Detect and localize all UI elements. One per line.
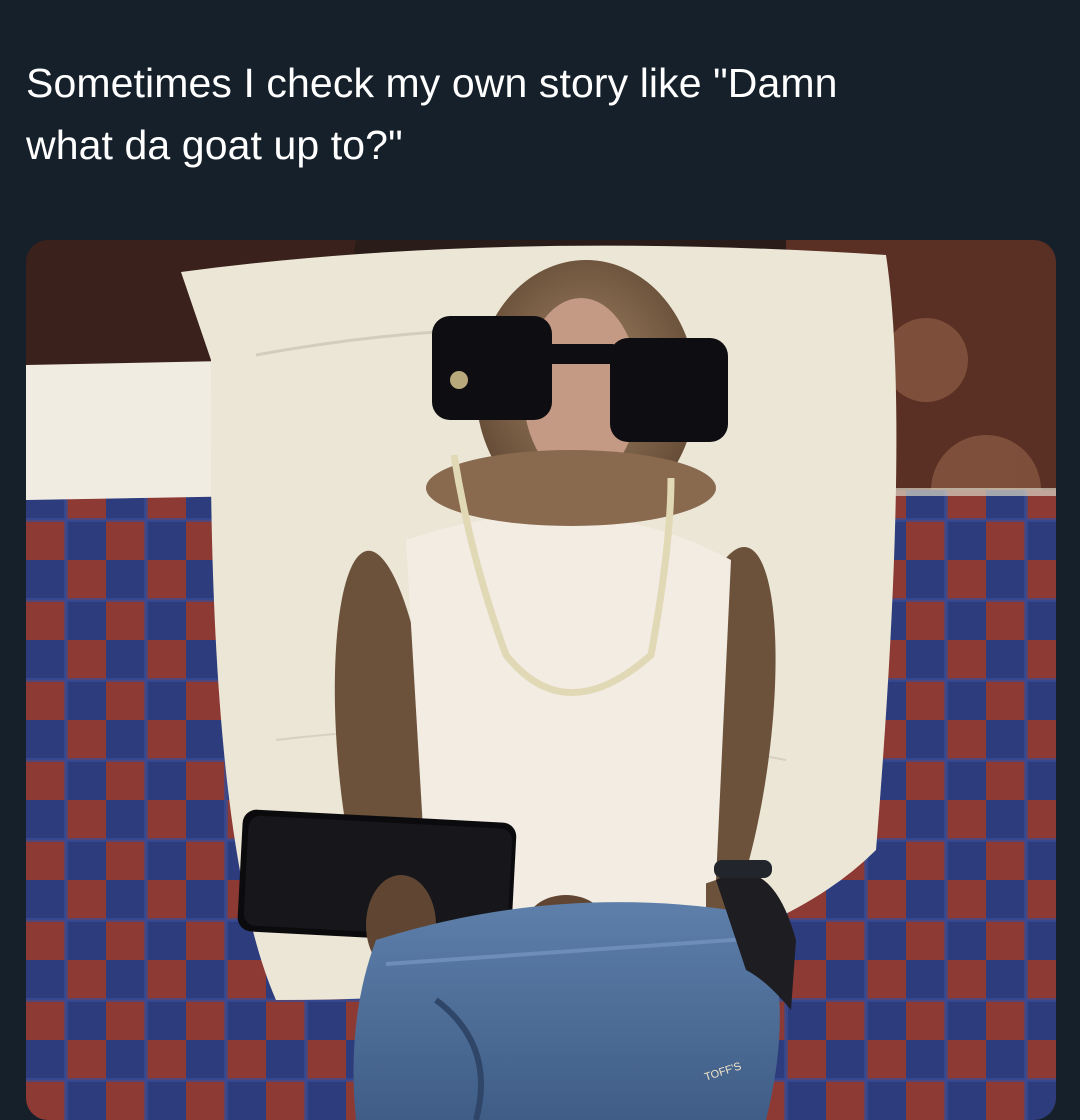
tweet-post: Sometimes I check my own story like "Dam… — [0, 0, 1080, 1120]
post-caption: Sometimes I check my own story like "Dam… — [26, 60, 838, 168]
monkey-photo — [26, 240, 1056, 1120]
post-media[interactable]: TOFF'S — [26, 240, 1056, 1120]
